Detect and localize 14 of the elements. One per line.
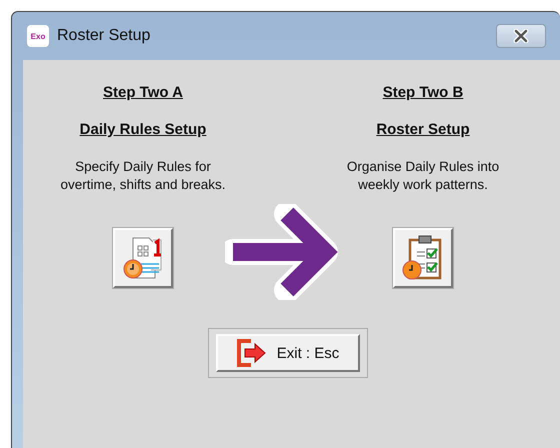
- close-icon: [511, 29, 531, 43]
- close-button[interactable]: [496, 24, 546, 48]
- app-icon: Exo: [27, 25, 49, 47]
- step-description: Organise Daily Rules into weekly work patterns.: [346, 158, 500, 194]
- step-heading: Step Two B: [382, 84, 464, 103]
- step-heading: Step Two A: [103, 84, 183, 103]
- section-heading: Daily Rules Setup: [80, 121, 206, 140]
- arrow-icon: [225, 204, 341, 300]
- section-heading: Roster Setup: [376, 121, 470, 140]
- step-description: Specify Daily Rules for overtime, shifts and breaks.: [59, 158, 227, 194]
- roster-setup-button[interactable]: [393, 228, 453, 288]
- daily-rules-button[interactable]: [113, 228, 173, 288]
- window-title: Roster Setup: [57, 27, 150, 45]
- exit-button[interactable]: Exit : Esc: [216, 334, 360, 372]
